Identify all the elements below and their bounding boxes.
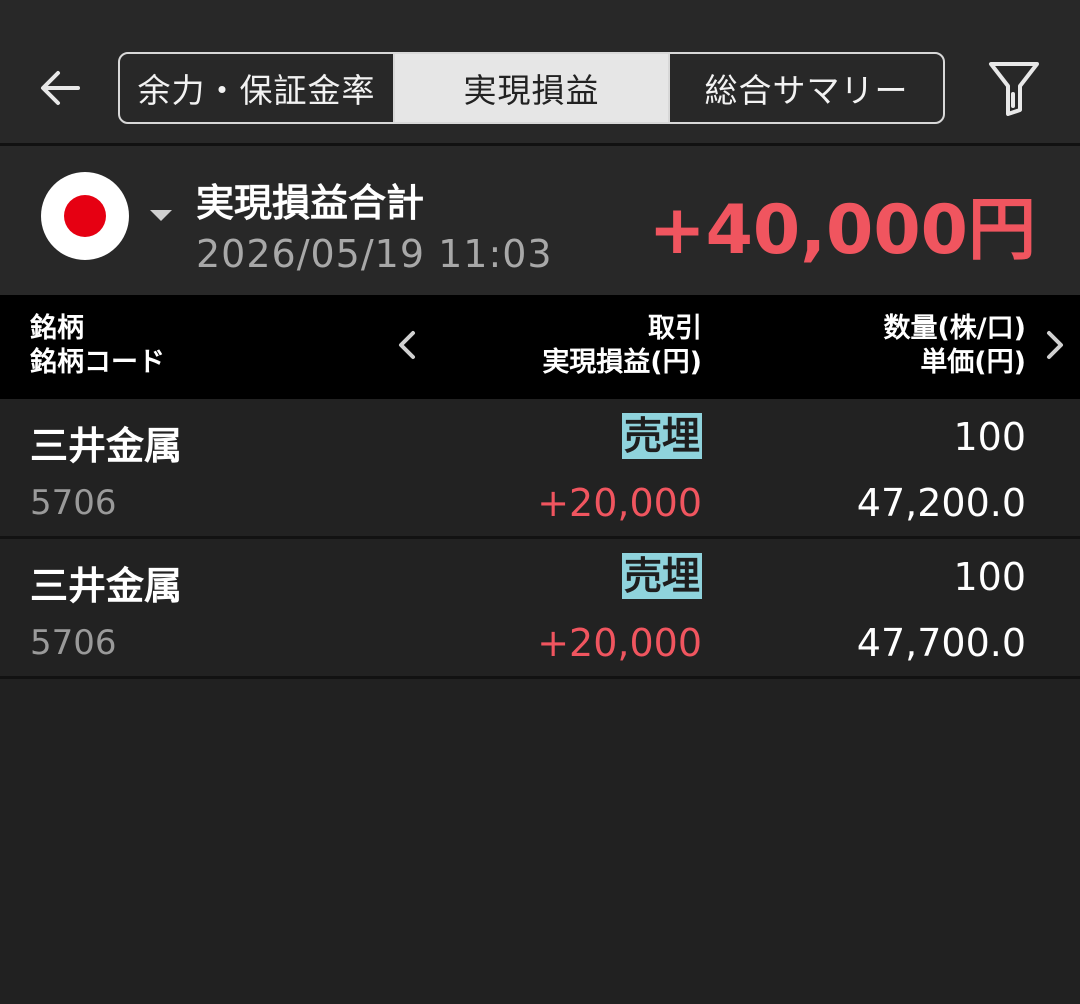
summary-title: 実現損益合計 xyxy=(196,181,425,225)
flag-sun xyxy=(64,195,106,237)
realized-pnl-summary: 実現損益合計 2026/05/19 11:03 +40,000円 xyxy=(0,146,1080,295)
realized-pnl-screen: 余力・保証金率 実現損益 総合サマリー 実現損益合計 2026/05/19 11… xyxy=(0,0,1080,1004)
filter-button[interactable] xyxy=(984,58,1044,118)
chevron-down-icon[interactable] xyxy=(150,210,172,221)
column-header-symbol-name: 銘柄 xyxy=(30,313,84,344)
realized-pnl: +20,000 xyxy=(537,481,702,525)
column-header-qty: 数量(株/口) xyxy=(883,313,1026,344)
column-header-symbol-code: 銘柄コード xyxy=(30,347,165,378)
column-prev-button[interactable] xyxy=(390,325,424,365)
column-header-trade-type: 取引 xyxy=(648,313,702,344)
column-header-realized-pnl: 実現損益(円) xyxy=(542,347,702,378)
stock-name: 三井金属 xyxy=(30,564,183,608)
top-bar: 余力・保証金率 実現損益 総合サマリー xyxy=(0,0,1080,146)
realized-pnl-total: +40,000円 xyxy=(648,191,1036,270)
unit-price: 47,200.0 xyxy=(856,481,1026,525)
table-row[interactable]: 三井金属 5706 売埋 +20,000 100 47,700.0 xyxy=(0,539,1080,679)
unit-price: 47,700.0 xyxy=(856,621,1026,665)
chevron-left-icon xyxy=(399,331,415,359)
table-header: 銘柄 銘柄コード 取引 実現損益(円) 数量(株/口) 単価(円) xyxy=(0,295,1080,399)
arrow-left-icon xyxy=(41,71,80,105)
tab-overall-summary[interactable]: 総合サマリー xyxy=(668,54,943,122)
tab-realized-pnl[interactable]: 実現損益 xyxy=(393,54,668,122)
column-header-unit-price: 単価(円) xyxy=(920,347,1026,378)
trade-type-badge: 売埋 xyxy=(621,553,702,599)
tab-margin-ratio[interactable]: 余力・保証金率 xyxy=(120,54,393,122)
japan-flag-icon[interactable] xyxy=(41,172,129,260)
view-segmented-control: 余力・保証金率 実現損益 総合サマリー xyxy=(118,52,945,124)
summary-datetime: 2026/05/19 11:03 xyxy=(196,232,553,276)
back-button[interactable] xyxy=(30,58,90,118)
table-row[interactable]: 三井金属 5706 売埋 +20,000 100 47,200.0 xyxy=(0,399,1080,539)
column-header-quantity: 数量(株/口) 単価(円) xyxy=(883,312,1026,380)
column-header-symbol: 銘柄 銘柄コード xyxy=(30,312,165,380)
stock-name: 三井金属 xyxy=(30,424,183,468)
column-next-button[interactable] xyxy=(1038,325,1072,365)
chevron-right-icon xyxy=(1047,331,1063,359)
stock-code: 5706 xyxy=(30,623,117,663)
column-header-trade: 取引 実現損益(円) xyxy=(542,312,702,380)
trade-type-badge: 売埋 xyxy=(621,413,702,459)
realized-pnl: +20,000 xyxy=(537,621,702,665)
quantity: 100 xyxy=(953,415,1026,459)
filter-icon xyxy=(989,62,1039,116)
quantity: 100 xyxy=(953,555,1026,599)
stock-code: 5706 xyxy=(30,483,117,523)
